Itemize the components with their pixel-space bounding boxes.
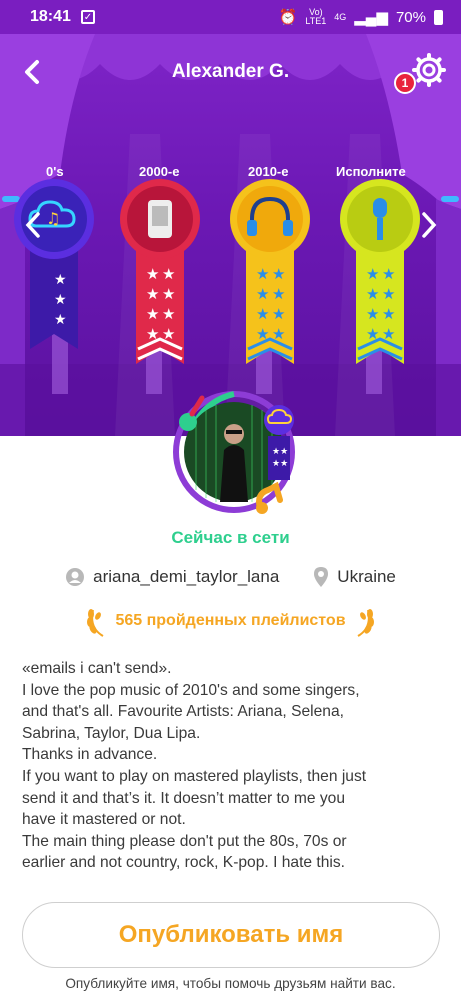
category-medal-3[interactable]: ★ ★ ★ ★ ★ ★ ★ ★ bbox=[340, 179, 420, 364]
signal-icon: ▂▄▆ bbox=[354, 9, 388, 26]
svg-text:★: ★ bbox=[272, 285, 285, 303]
svg-text:★★: ★★ bbox=[272, 459, 288, 469]
music-cloud-icon: ♫ bbox=[46, 209, 60, 228]
page-title: Alexander G. bbox=[171, 61, 290, 82]
svg-text:★: ★ bbox=[162, 285, 175, 303]
category-medal-2[interactable]: ★ ★ ★ ★ ★ ★ ★ ★ bbox=[230, 179, 310, 364]
laurel-right-icon bbox=[357, 609, 374, 637]
avatar[interactable]: ★★ ★★ bbox=[172, 390, 295, 514]
user-info-line: ariana_demi_taylor_lana Ukraine bbox=[0, 566, 461, 588]
playlists-completed: 565 пройденных плейлистов bbox=[115, 612, 346, 629]
status-bar: 18:41 ✓ ⏰ Vo) LTE1 4G ▂▄▆ 70% bbox=[0, 0, 461, 34]
svg-text:★: ★ bbox=[146, 285, 159, 303]
svg-text:★: ★ bbox=[54, 272, 67, 288]
chevron-left-icon bbox=[25, 60, 39, 84]
category-medal-0[interactable]: ★ ★ ★ ♫ bbox=[14, 179, 94, 349]
laurel-left-icon bbox=[87, 609, 104, 637]
chevron-right-icon bbox=[422, 212, 437, 238]
svg-text:★: ★ bbox=[366, 305, 379, 323]
svg-text:★: ★ bbox=[366, 265, 379, 283]
publish-name-button[interactable]: Опубликовать имя bbox=[22, 902, 440, 968]
svg-text:★: ★ bbox=[366, 285, 379, 303]
back-button[interactable] bbox=[14, 54, 50, 90]
header-bar: Alexander G. bbox=[0, 34, 461, 110]
svg-text:★: ★ bbox=[272, 305, 285, 323]
playlists-badge: 565 пройденных плейлистов bbox=[0, 604, 461, 638]
svg-text:★: ★ bbox=[146, 305, 159, 323]
svg-text:★: ★ bbox=[54, 312, 67, 328]
svg-text:★: ★ bbox=[382, 285, 395, 303]
svg-text:★: ★ bbox=[382, 265, 395, 283]
location-pin-icon bbox=[314, 567, 329, 587]
svg-text:★: ★ bbox=[54, 292, 67, 308]
publish-hint: Опубликуйте имя, чтобы помочь друзьям на… bbox=[65, 976, 396, 991]
category-carousel: ★★★ ♫ ★ ★ ★ ★ ★ ★ ★ ★ ★ ★ ★ ★ ★ ★ ★ ★ ★ … bbox=[14, 179, 420, 394]
profile-bio: «emails i can't send». I love the pop mu… bbox=[22, 660, 367, 872]
category-medal-1[interactable]: ★ ★ ★ ★ ★ ★ ★ ★ bbox=[120, 179, 200, 364]
svg-text:★: ★ bbox=[256, 265, 269, 283]
network-type: 4G bbox=[334, 11, 347, 22]
location: Ukraine bbox=[337, 567, 396, 586]
carousel-next-button[interactable] bbox=[414, 210, 444, 240]
avatar-image: ★★ ★★ bbox=[173, 391, 295, 514]
user-icon bbox=[66, 568, 85, 586]
svg-text:★: ★ bbox=[146, 265, 159, 283]
svg-text:★: ★ bbox=[162, 305, 175, 323]
username: ariana_demi_taylor_lana bbox=[93, 567, 280, 586]
svg-text:★: ★ bbox=[162, 265, 175, 283]
task-check-icon: ✓ bbox=[80, 10, 95, 24]
notification-badge[interactable]: 1 bbox=[394, 72, 416, 94]
battery-text: 70% bbox=[395, 8, 426, 26]
alarm-icon: ⏰ bbox=[278, 9, 298, 26]
chevron-left-icon bbox=[25, 212, 40, 238]
battery-icon bbox=[434, 9, 443, 25]
svg-text:★: ★ bbox=[256, 305, 269, 323]
svg-text:★★: ★★ bbox=[272, 447, 288, 457]
carousel-prev-button[interactable] bbox=[18, 210, 48, 240]
svg-text:★: ★ bbox=[382, 305, 395, 323]
online-status: Сейчас в сети bbox=[171, 528, 290, 547]
volte-indicator: Vo) LTE1 bbox=[305, 7, 327, 26]
svg-text:★: ★ bbox=[256, 285, 269, 303]
status-time: 18:41 bbox=[30, 8, 71, 25]
svg-text:★: ★ bbox=[272, 265, 285, 283]
status-icons: ⏰ Vo) LTE1 4G ▂▄▆ 70% bbox=[279, 8, 443, 26]
